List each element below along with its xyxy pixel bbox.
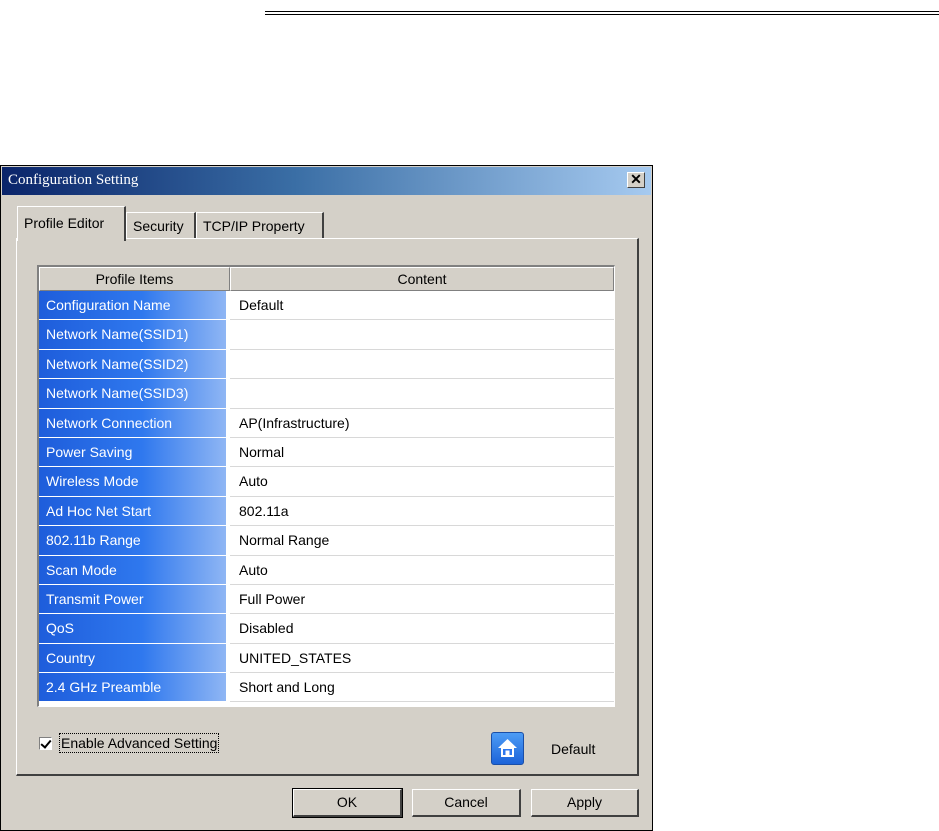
content-cell[interactable] [230,379,614,409]
tab-profile-editor[interactable]: Profile Editor [17,206,126,241]
table-row[interactable]: Configuration Name Default [39,291,614,321]
profile-item-cell: 802.11b Range [39,526,226,556]
profile-item-cell: Network Connection [39,408,226,438]
content-cell[interactable] [230,320,614,350]
profile-item-cell: Network Name(SSID1) [39,320,226,350]
content-cell[interactable]: 802.11a [230,497,614,527]
grid-header: Profile Items Content [39,267,614,291]
profile-item-cell: Power Saving [39,437,226,468]
window-title: Configuration Setting [8,172,139,188]
top-rule [265,11,939,15]
profile-item-cell: Wireless Mode [39,467,226,497]
profile-item-cell: Network Name(SSID3) [39,379,226,409]
content-cell[interactable]: Auto [230,556,614,585]
grid-body: Configuration Name Default Network Name(SS… [39,291,614,703]
profile-item-cell: Configuration Name [39,291,226,321]
header-profile-items[interactable]: Profile Items [39,267,230,291]
close-button[interactable]: ✕ [627,172,645,188]
table-row[interactable]: Power Saving Normal [39,437,614,468]
table-row[interactable]: Ad Hoc Net Start 802.11a [39,496,614,527]
title-bar: Configuration Setting ✕ [2,167,651,195]
table-row[interactable]: Network Name(SSID2) [39,349,614,380]
profile-item-cell: Country [39,643,226,674]
header-content[interactable]: Content [230,267,614,291]
tab-security[interactable]: Security [126,212,196,239]
advanced-label: Enable Advanced Setting [59,733,220,753]
configuration-dialog: Configuration Setting ✕ Profile Editor S… [0,165,653,831]
table-row[interactable]: Scan Mode Auto [39,555,614,585]
profile-item-cell: Network Name(SSID2) [39,349,226,380]
table-row[interactable]: Country UNITED_STATES [39,643,614,674]
table-row[interactable]: Network Connection AP(Infrastructure) [39,408,614,438]
content-cell[interactable]: Default [230,291,614,321]
table-row[interactable]: QoS Disabled [39,614,614,644]
profile-editor-panel: Profile Items Content Configuration Name… [16,238,639,776]
apply-button[interactable]: Apply [531,789,639,817]
profile-grid: Profile Items Content Configuration Name… [37,265,615,707]
table-row[interactable]: 2.4 GHz Preamble Short and Long [39,673,614,703]
table-row[interactable]: Wireless Mode Auto [39,467,614,497]
table-row[interactable]: Network Name(SSID1) [39,320,614,350]
profile-item-cell: 2.4 GHz Preamble [39,673,226,703]
content-cell[interactable]: Normal [230,438,614,468]
profile-item-cell: QoS [39,614,226,644]
content-cell[interactable] [230,350,614,380]
content-cell[interactable]: Disabled [230,614,614,644]
content-cell[interactable]: UNITED_STATES [230,644,614,674]
profile-item-cell: Scan Mode [39,555,226,585]
home-icon [498,739,517,757]
cancel-button[interactable]: Cancel [412,789,521,817]
content-cell[interactable]: Normal Range [230,526,614,556]
table-row[interactable]: 802.11b Range Normal Range [39,526,614,556]
content-cell[interactable]: AP(Infrastructure) [230,409,614,438]
content-cell[interactable]: Short and Long [230,673,614,703]
close-icon: ✕ [630,171,642,187]
content-cell[interactable]: Full Power [230,585,614,615]
ok-button[interactable]: OK [292,788,403,818]
default-button[interactable] [491,732,524,765]
profile-item-cell: Transmit Power [39,584,226,615]
advanced-checkbox[interactable] [39,736,52,750]
default-label: Default [551,741,596,757]
tab-tcpip-property[interactable]: TCP/IP Property [196,212,324,239]
content-cell[interactable]: Auto [230,467,614,497]
profile-item-cell: Ad Hoc Net Start [39,496,226,527]
table-row[interactable]: Transmit Power Full Power [39,584,614,615]
table-row[interactable]: Network Name(SSID3) [39,379,614,409]
enable-advanced-setting[interactable]: Enable Advanced Setting [39,732,220,754]
